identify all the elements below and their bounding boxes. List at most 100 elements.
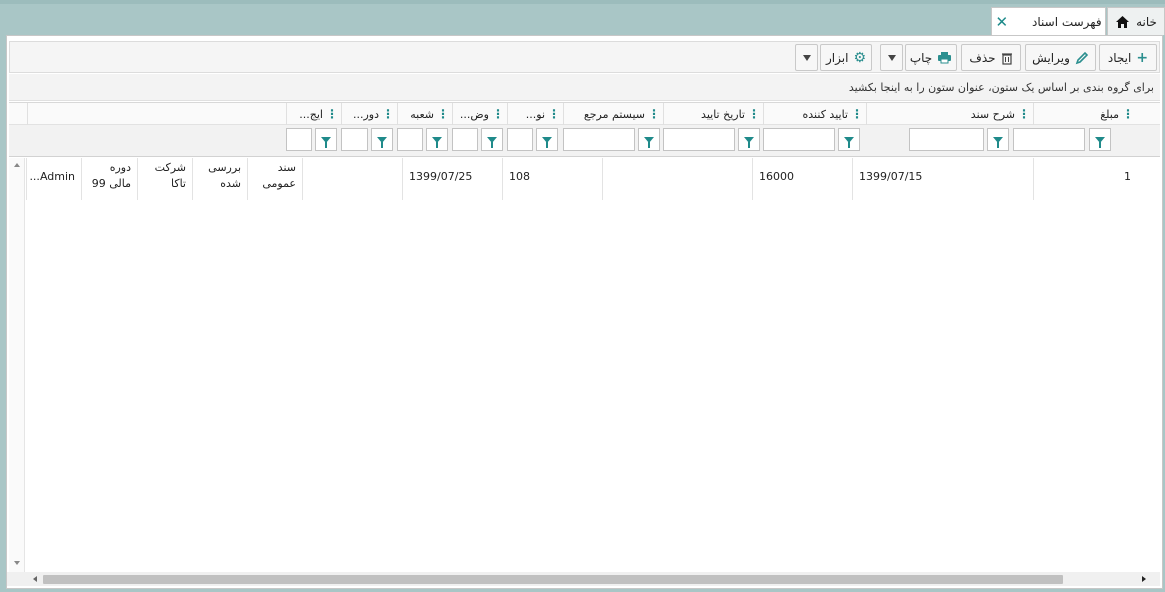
filter-input-description[interactable] xyxy=(909,128,984,151)
delete-label: حذف xyxy=(969,50,996,65)
column-menu-icon[interactable]: ⋮ xyxy=(492,107,504,121)
create-label: ایجاد xyxy=(1107,50,1132,65)
filter-input-approve-date[interactable] xyxy=(663,128,735,151)
cell-extra2: Admin... xyxy=(26,158,81,200)
column-menu-icon[interactable]: ⋮ xyxy=(548,107,560,121)
column-menu-icon[interactable]: ⋮ xyxy=(326,107,338,121)
group-by-drop-area[interactable]: برای گروه بندی بر اساس یک ستون، عنوان ست… xyxy=(9,74,1160,101)
cell-period: بررسی شده xyxy=(192,158,247,200)
toolbar: + ایجاد ویرایش حذف چاپ ⚙ ابزار xyxy=(9,41,1160,73)
filter-input-creator[interactable] xyxy=(286,128,312,151)
filter-input-amount[interactable] xyxy=(1013,128,1085,151)
delete-button[interactable]: حذف xyxy=(961,44,1021,71)
tools-button[interactable]: ⚙ ابزار xyxy=(820,44,872,71)
filter-icon[interactable] xyxy=(638,128,660,151)
column-menu-icon[interactable]: ⋮ xyxy=(748,107,760,121)
column-menu-icon[interactable]: ⋮ xyxy=(851,107,863,121)
column-header-type[interactable]: ⋮ نو... xyxy=(507,103,563,125)
pencil-icon xyxy=(1075,51,1089,64)
filter-input-ref-system[interactable] xyxy=(563,128,635,151)
window-top-bar xyxy=(0,0,1165,4)
filter-icon[interactable] xyxy=(738,128,760,151)
tools-dropdown-toggle[interactable] xyxy=(795,44,818,71)
filter-ref-system xyxy=(563,128,663,153)
main-panel: + ایجاد ویرایش حذف چاپ ⚙ ابزار برای گروه… xyxy=(6,35,1163,589)
filter-amount xyxy=(1013,128,1137,153)
cell-creator: شرکت تاکا xyxy=(137,158,192,200)
grid-body: 1 1399/07/15 16000 108 1399/07/25 سند عم… xyxy=(9,158,1160,573)
group-by-hint: برای گروه بندی بر اساس یک ستون، عنوان ست… xyxy=(848,81,1154,94)
cell-amount: 1 xyxy=(1033,158,1137,200)
cell-type: 1399/07/25 xyxy=(402,158,502,200)
filter-icon[interactable] xyxy=(838,128,860,151)
scroll-right-icon[interactable] xyxy=(1142,576,1146,582)
column-menu-icon[interactable]: ⋮ xyxy=(1122,107,1134,121)
scroll-left-icon[interactable] xyxy=(33,576,37,582)
grid-header-row: ⋮ مبلغ ⋮ شرح سند ⋮ تایید کننده ⋮ تاریخ تایید… xyxy=(9,103,1160,125)
column-menu-icon[interactable]: ⋮ xyxy=(1018,107,1030,121)
tools-label: ابزار xyxy=(826,50,849,65)
filter-branch xyxy=(397,128,452,153)
cell-branch: سند عمومی xyxy=(247,158,302,200)
column-header-amount[interactable]: ⋮ مبلغ xyxy=(1033,103,1137,125)
column-header-branch[interactable]: ⋮ شعبه xyxy=(397,103,452,125)
filter-approve-date xyxy=(663,128,763,153)
filter-input-status[interactable] xyxy=(452,128,478,151)
filter-input-period[interactable] xyxy=(341,128,368,151)
filter-input-type[interactable] xyxy=(507,128,533,151)
print-label: چاپ xyxy=(909,50,933,65)
filter-period xyxy=(341,128,397,153)
data-grid: ⋮ مبلغ ⋮ شرح سند ⋮ تایید کننده ⋮ تاریخ تایید… xyxy=(9,102,1160,573)
create-button[interactable]: + ایجاد xyxy=(1099,44,1157,71)
print-dropdown-toggle[interactable] xyxy=(880,44,903,71)
column-menu-icon[interactable]: ⋮ xyxy=(648,107,660,121)
edit-label: ویرایش xyxy=(1032,50,1070,65)
filter-input-branch[interactable] xyxy=(397,128,423,151)
column-header-status[interactable]: ⋮ وض... xyxy=(452,103,507,125)
printer-icon xyxy=(938,52,952,64)
column-header-approver[interactable]: ⋮ تایید کننده xyxy=(763,103,866,125)
filter-approver xyxy=(763,128,866,153)
column-menu-icon[interactable]: ⋮ xyxy=(437,107,449,121)
filter-icon[interactable] xyxy=(536,128,558,151)
tab-home[interactable]: خانه xyxy=(1107,7,1165,35)
column-header-extra xyxy=(27,103,286,125)
horizontal-scrollbar[interactable] xyxy=(7,572,1160,586)
cell-approve-date xyxy=(602,158,752,200)
filter-icon[interactable] xyxy=(315,128,337,151)
cell-extra1: دوره مالی 99 xyxy=(81,158,137,200)
grid-filter-row xyxy=(9,125,1160,157)
filter-status xyxy=(452,128,507,153)
vertical-scrollbar[interactable] xyxy=(9,158,25,573)
scroll-up-icon[interactable] xyxy=(14,163,20,167)
cell-ref-system: 108 xyxy=(502,158,602,200)
print-button[interactable]: چاپ xyxy=(905,44,957,71)
edit-button[interactable]: ویرایش xyxy=(1025,44,1096,71)
document-list-tab-label: فهرست اسناد xyxy=(1032,15,1102,29)
filter-icon[interactable] xyxy=(371,128,393,151)
cell-status xyxy=(302,158,402,200)
gear-icon: ⚙ xyxy=(853,49,866,66)
column-header-creator[interactable]: ⋮ ایج... xyxy=(286,103,341,125)
filter-icon[interactable] xyxy=(426,128,448,151)
chevron-down-icon xyxy=(887,54,896,61)
column-header-approve-date[interactable]: ⋮ تاریخ تایید xyxy=(663,103,763,125)
filter-icon[interactable] xyxy=(1089,128,1111,151)
filter-creator xyxy=(286,128,341,153)
column-menu-icon[interactable]: ⋮ xyxy=(382,107,394,121)
home-tab-label: خانه xyxy=(1136,14,1157,29)
close-icon[interactable]: ✕ xyxy=(995,13,1008,31)
scrollbar-thumb[interactable] xyxy=(43,575,1063,584)
filter-type xyxy=(507,128,563,153)
home-icon xyxy=(1116,15,1130,28)
scroll-down-icon[interactable] xyxy=(14,561,20,565)
filter-icon[interactable] xyxy=(987,128,1009,151)
tab-document-list[interactable]: فهرست اسناد ✕ xyxy=(991,7,1106,36)
column-header-ref-system[interactable]: ⋮ سیستم مرجع xyxy=(563,103,663,125)
cell-approver: 16000 xyxy=(752,158,852,200)
column-header-description[interactable]: ⋮ شرح سند xyxy=(866,103,1033,125)
column-header-period[interactable]: ⋮ دور... xyxy=(341,103,397,125)
cell-description: 1399/07/15 xyxy=(852,158,1033,200)
filter-input-approver[interactable] xyxy=(763,128,835,151)
filter-icon[interactable] xyxy=(481,128,503,151)
